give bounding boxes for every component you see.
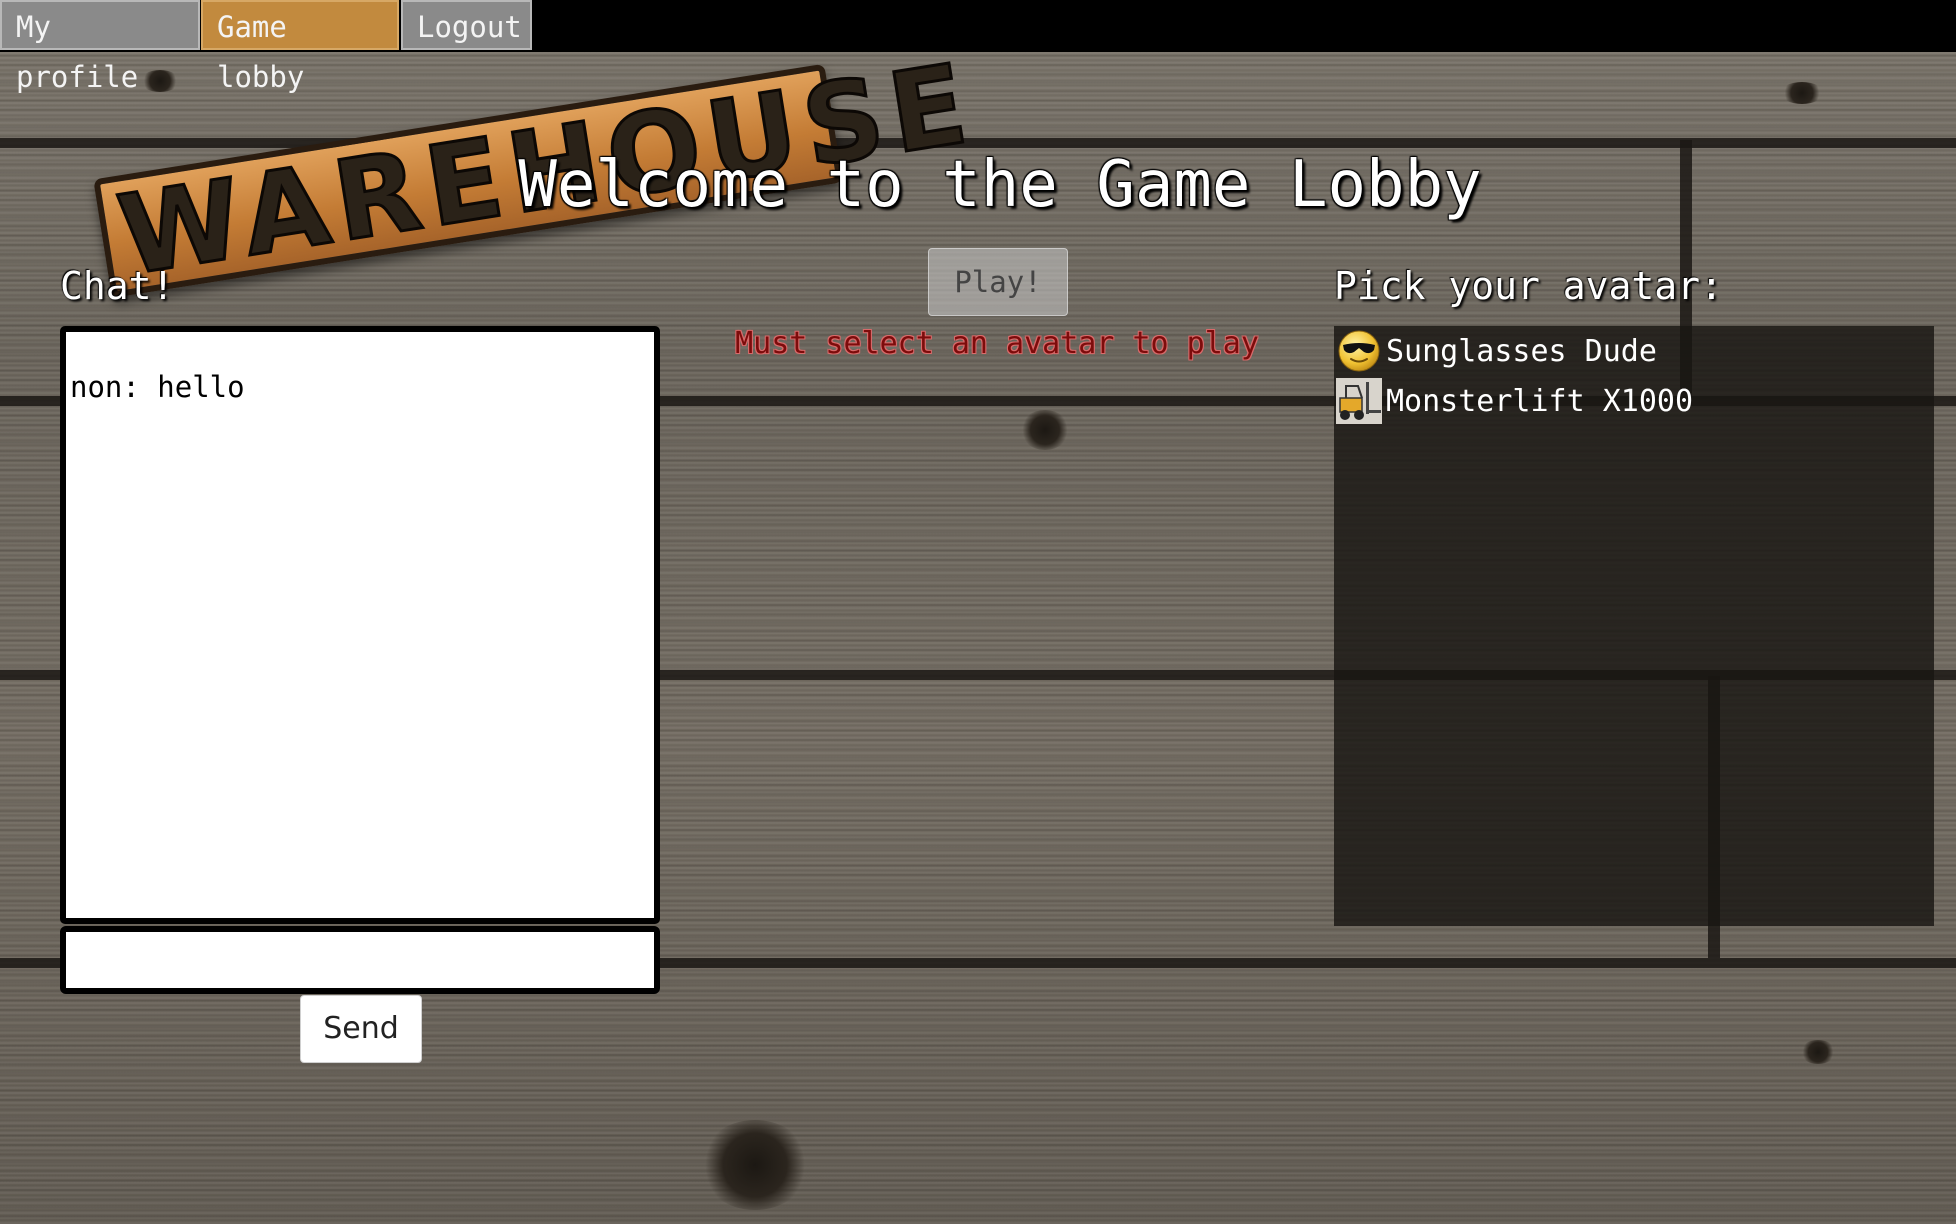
avatar-required-warning: Must select an avatar to play (735, 326, 1259, 361)
send-button[interactable]: Send (300, 995, 422, 1063)
wood-knot (140, 70, 180, 92)
wood-knot (1780, 82, 1824, 104)
chat-heading: Chat! (60, 264, 175, 308)
chat-log: non: hello (60, 326, 660, 924)
wood-knot (1800, 1040, 1836, 1064)
avatar-name: Sunglasses Dude (1386, 333, 1657, 369)
avatar-option-sunglasses-dude[interactable]: Sunglasses Dude (1334, 326, 1934, 376)
avatar-heading: Pick your avatar: (1334, 264, 1723, 308)
nav-my-profile[interactable]: My profile (0, 0, 200, 94)
chat-input[interactable] (60, 926, 660, 994)
wood-knot (1020, 410, 1070, 450)
forklift-icon (1336, 378, 1382, 424)
sunglasses-face-icon (1336, 328, 1382, 374)
chat-message: non: hello (70, 370, 245, 404)
avatar-name: Monsterlift X1000 (1386, 383, 1694, 419)
top-nav-bar: My profile Game lobby Logout (0, 0, 1956, 94)
avatar-list: Sunglasses Dude Monsterlift X1000 (1334, 326, 1934, 926)
nav-logout[interactable]: Logout (401, 0, 532, 50)
nav-game-lobby[interactable]: Game lobby (201, 0, 399, 94)
play-button[interactable]: Play! (928, 248, 1068, 316)
wood-knot (700, 1120, 810, 1210)
avatar-option-monsterlift-x1000[interactable]: Monsterlift X1000 (1334, 376, 1934, 426)
page-title: Welcome to the Game Lobby (518, 148, 1482, 222)
